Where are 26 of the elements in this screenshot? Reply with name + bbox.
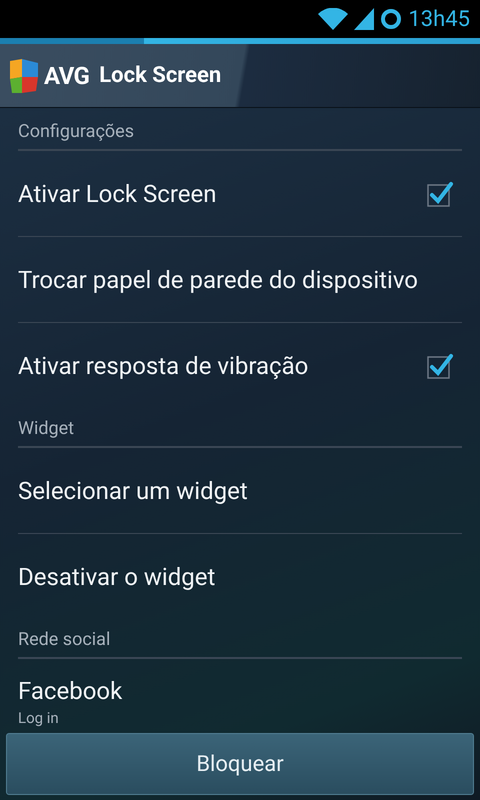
- app-title: Lock Screen: [99, 62, 222, 90]
- wifi-icon: [318, 8, 348, 30]
- brand-name: AVG: [44, 60, 90, 92]
- settings-item[interactable]: Ativar Lock Screen: [18, 151, 462, 237]
- settings-item[interactable]: Ativar resposta de vibração: [18, 323, 462, 409]
- circle-icon: [380, 8, 402, 30]
- item-title: Facebook: [18, 676, 124, 707]
- section-header: Widget: [18, 418, 74, 439]
- section-header: Configurações: [18, 121, 134, 142]
- logo-icon: [8, 56, 40, 94]
- item-title: Ativar Lock Screen: [18, 178, 218, 210]
- section-header: Rede social: [18, 629, 110, 650]
- item-summary: Log in: [18, 708, 60, 729]
- signal-icon: [354, 8, 374, 30]
- settings-item[interactable]: Desativar o widget: [18, 534, 462, 620]
- settings-item[interactable]: Facebook Log in: [18, 659, 462, 733]
- checkbox[interactable]: [426, 180, 454, 208]
- item-title: Trocar papel de parede do dispositivo: [18, 264, 419, 296]
- clock-time: 13h45: [408, 6, 470, 34]
- item-title: Ativar resposta de vibração: [18, 351, 310, 382]
- lock-button[interactable]: Bloquear: [6, 733, 474, 795]
- checkbox[interactable]: [426, 352, 454, 380]
- item-title: Desativar o widget: [18, 562, 216, 593]
- item-title: Selecionar um widget: [18, 476, 249, 506]
- settings-item[interactable]: Selecionar um widget: [18, 448, 462, 534]
- settings-item[interactable]: Trocar papel de parede do dispositivo: [18, 237, 462, 323]
